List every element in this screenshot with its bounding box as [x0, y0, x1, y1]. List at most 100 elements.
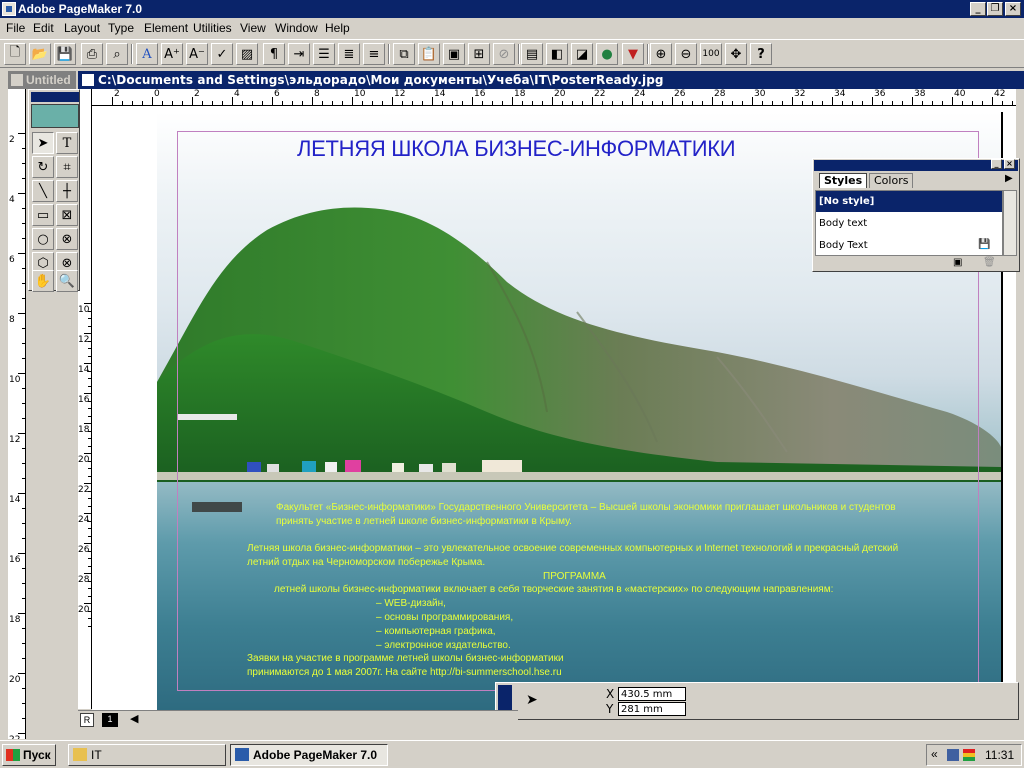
- styles-palette-title-bar[interactable]: [814, 160, 1018, 171]
- rectangle-frame-tool-icon[interactable]: ⊠: [56, 204, 78, 226]
- palette-close-button[interactable]: ×: [1004, 159, 1015, 169]
- open-folder-icon[interactable]: 📂: [29, 43, 51, 65]
- poster-text-line[interactable]: – компьютерная графика,: [376, 625, 496, 638]
- crop-tool-icon[interactable]: ⌗: [56, 156, 78, 178]
- globe-icon[interactable]: ●: [596, 43, 618, 65]
- master-page-icon[interactable]: R: [80, 713, 94, 727]
- place-icon[interactable]: ▣: [443, 43, 465, 65]
- poster-title[interactable]: ЛЕТНЯЯ ШКОЛА БИЗНЕС-ИНФОРМАТИКИ: [297, 136, 757, 162]
- close-button[interactable]: ×: [1005, 2, 1021, 16]
- ruler-tick: [482, 101, 483, 105]
- help-icon[interactable]: ?: [750, 43, 772, 65]
- ruler-tick: [18, 253, 25, 254]
- zoom-out-icon[interactable]: ⊖: [675, 43, 697, 65]
- maximize-button[interactable]: ❐: [987, 2, 1003, 16]
- vertical-ruler[interactable]: 10 12 14 16 18 20 22 24 26 28 20: [78, 89, 92, 709]
- task-it-folder[interactable]: IT: [68, 744, 226, 766]
- character-format-icon[interactable]: A: [136, 43, 158, 65]
- menu-utilities[interactable]: Utilities: [193, 21, 232, 35]
- poster-text-line[interactable]: принять участие в летней школе бизнес-ин…: [276, 515, 572, 528]
- menu-file[interactable]: File: [6, 21, 25, 35]
- task-pagemaker[interactable]: Adobe PageMaker 7.0: [230, 744, 388, 766]
- menu-type[interactable]: Type: [108, 21, 134, 35]
- x-position-field[interactable]: [618, 687, 686, 701]
- menu-view[interactable]: View: [240, 21, 266, 35]
- minimize-button[interactable]: _: [970, 2, 986, 16]
- poster-text-line[interactable]: принимаются до 1 мая 2007г. На сайте htt…: [247, 666, 562, 679]
- menu-edit[interactable]: Edit: [33, 21, 54, 35]
- ellipse-tool-icon[interactable]: ○: [32, 228, 54, 250]
- ruler-label: 18: [514, 89, 526, 99]
- style-item-body-text[interactable]: Body text: [816, 213, 1002, 234]
- rectangle-tool-icon[interactable]: ▭: [32, 204, 54, 226]
- paragraph-icon[interactable]: ¶: [263, 43, 285, 65]
- menu-window[interactable]: Window: [275, 21, 318, 35]
- tab-styles[interactable]: Styles: [819, 173, 868, 188]
- poster-text-line[interactable]: – электронное издательство.: [376, 639, 511, 652]
- tray-expand-icon[interactable]: «: [931, 747, 938, 761]
- page-1-icon[interactable]: 1: [102, 713, 118, 727]
- save-icon[interactable]: 💾: [54, 43, 76, 65]
- spell-check-icon[interactable]: ✓: [211, 43, 233, 65]
- menu-element[interactable]: Element: [144, 21, 188, 35]
- text-tool-icon[interactable]: T: [56, 132, 78, 154]
- tab-colors[interactable]: Colors: [869, 173, 914, 188]
- poster-text-line[interactable]: Факультет «Бизнес-информатики» Государст…: [276, 501, 896, 514]
- align-right-icon[interactable]: ≡: [363, 43, 385, 65]
- start-button[interactable]: Пуск: [2, 744, 56, 766]
- align-left-icon[interactable]: ≣: [338, 43, 360, 65]
- zoom-in-icon[interactable]: ⊕: [650, 43, 672, 65]
- image-edit-icon[interactable]: ▤: [521, 43, 543, 65]
- copy-icon[interactable]: ⧉: [393, 43, 415, 65]
- trash-icon[interactable]: 🗑: [983, 257, 996, 268]
- export-icon[interactable]: ◪: [571, 43, 593, 65]
- link-icon[interactable]: ⊞: [468, 43, 490, 65]
- indent-icon[interactable]: ⇥: [288, 43, 310, 65]
- language-icon[interactable]: [963, 749, 975, 761]
- untitled-document-tab[interactable]: Untitled: [8, 71, 76, 89]
- new-style-icon[interactable]: ▣: [953, 257, 962, 268]
- poster-text-line[interactable]: – основы программирования,: [376, 611, 513, 624]
- poster-text-line[interactable]: Заявки на участие в программе летней шко…: [247, 652, 564, 665]
- print-icon[interactable]: ⎙: [81, 43, 103, 65]
- poster-text-heading[interactable]: ПРОГРАММА: [543, 570, 606, 583]
- horizontal-ruler[interactable]: 2 0 2 4 6 8 10 12 14 16 18 20 22 24 26 28 30 32 34 36 38 40 42: [92, 89, 1016, 106]
- new-document-icon[interactable]: 🗋: [4, 43, 26, 65]
- paste-icon[interactable]: 📋: [418, 43, 440, 65]
- ruler-label: 2: [194, 89, 200, 99]
- unlink-icon[interactable]: ⊘: [493, 43, 515, 65]
- pdf-icon[interactable]: ◧: [546, 43, 568, 65]
- constrained-line-tool-icon[interactable]: ┼: [56, 180, 78, 202]
- style-item-no-style[interactable]: [No style]: [816, 191, 1002, 212]
- pagemaker-app-icon[interactable]: [2, 2, 16, 16]
- palette-menu-arrow-icon[interactable]: ▶: [1005, 173, 1013, 184]
- ellipse-frame-tool-icon[interactable]: ⊗: [56, 228, 78, 250]
- line-tool-icon[interactable]: ╲: [32, 180, 54, 202]
- document-title-bar[interactable]: C:\Documents and Settings\эльдорадо\Мои …: [78, 71, 1024, 89]
- poster-text-line[interactable]: Летняя школа бизнес-информатики – это ув…: [247, 542, 898, 555]
- bullets-icon[interactable]: ☰: [313, 43, 335, 65]
- y-position-field[interactable]: [618, 702, 686, 716]
- poster-text-line[interactable]: – WEB-дизайн,: [376, 597, 446, 610]
- find-icon[interactable]: ⌕: [106, 43, 128, 65]
- font-size-up-icon[interactable]: A⁺: [161, 43, 183, 65]
- toolbox-title-bar[interactable]: [31, 92, 79, 102]
- rotate-tool-icon[interactable]: ↻: [32, 156, 54, 178]
- fill-stroke-icon[interactable]: ▨: [236, 43, 258, 65]
- poster-text-line[interactable]: летний отдых на Черноморском побережье К…: [247, 556, 485, 569]
- pointer-tool-icon[interactable]: ➤: [32, 132, 54, 154]
- hand-tool-icon[interactable]: ✋: [32, 270, 54, 292]
- zoom-tool-icon[interactable]: 🔍: [56, 270, 78, 292]
- actual-size-icon[interactable]: 100: [700, 43, 722, 65]
- palette-minimize-button[interactable]: _: [991, 159, 1002, 169]
- acrobat-icon[interactable]: ▼: [622, 43, 644, 65]
- menu-layout[interactable]: Layout: [64, 21, 100, 35]
- poster-text-line[interactable]: летней школы бизнес-информатики включает…: [274, 583, 833, 596]
- style-item-body-text-2[interactable]: Body Text: [816, 235, 1002, 256]
- network-icon[interactable]: [947, 749, 959, 761]
- fit-window-icon[interactable]: ✥: [725, 43, 747, 65]
- styles-scrollbar[interactable]: [1003, 190, 1017, 256]
- menu-help[interactable]: Help: [325, 21, 350, 35]
- font-size-down-icon[interactable]: A⁻: [186, 43, 208, 65]
- scroll-left-icon[interactable]: ◀: [130, 712, 138, 725]
